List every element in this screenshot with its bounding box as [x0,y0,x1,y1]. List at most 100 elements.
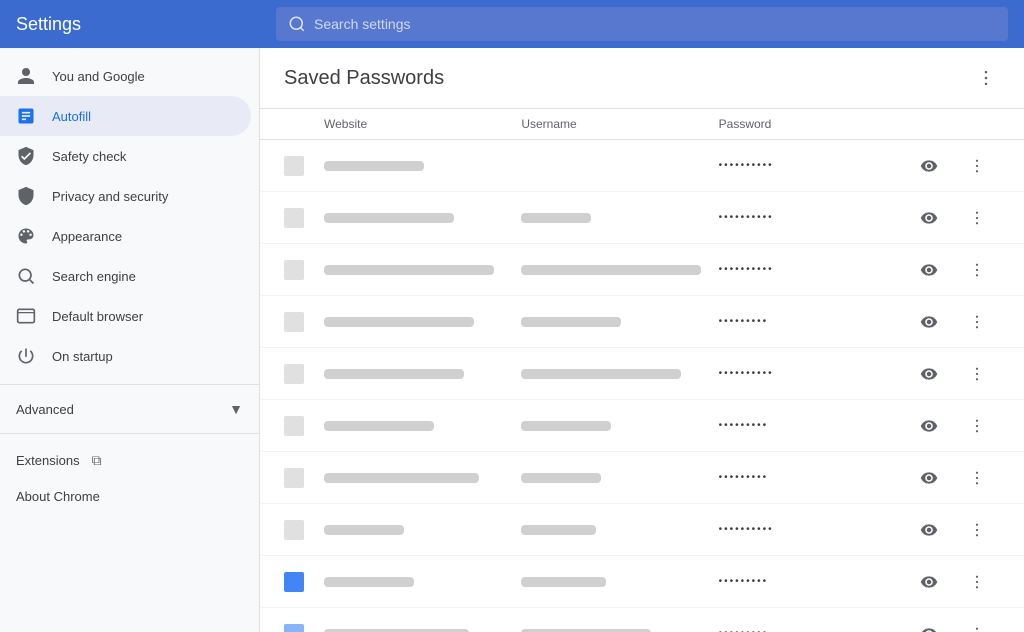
content-header: Saved Passwords [260,48,1024,109]
row-more [964,517,1000,543]
sidebar-item-privacy[interactable]: Privacy and security [0,176,251,216]
row-more [964,361,1000,387]
sidebar-item-about-chrome[interactable]: About Chrome [0,479,259,514]
row-more-button[interactable] [964,257,990,283]
password-cell: ••••••••• [719,420,916,431]
list-icon [16,106,36,126]
sidebar-item-default-browser[interactable]: Default browser [0,296,251,336]
sidebar-item-label: You and Google [52,69,145,84]
about-chrome-label: About Chrome [16,489,100,504]
site-icon [284,156,324,176]
table-row[interactable]: ••••••••• [260,400,1024,452]
username-cell [521,473,718,483]
row-actions [916,569,964,595]
password-cell: ••••••••• [719,316,916,327]
table-row[interactable]: •••••••••• [260,244,1024,296]
password-list: •••••••••• •••••••••• [260,140,1024,632]
password-dots: •••••••••• [719,160,774,171]
table-row[interactable]: ••••••••• [260,452,1024,504]
app-title: Settings [16,14,276,35]
header: Settings [0,0,1024,48]
row-more-button[interactable] [964,413,990,439]
sidebar-item-autofill[interactable]: Autofill [0,96,251,136]
sidebar-item-search-engine[interactable]: Search engine [0,256,251,296]
show-password-button[interactable] [916,153,942,179]
row-more-button[interactable] [964,205,990,231]
sidebar-item-extensions[interactable]: Extensions ⧉ [0,442,259,479]
site-icon [284,468,324,488]
username-cell [521,213,718,223]
password-cell: •••••••••• [719,264,916,275]
more-options-button[interactable] [972,64,1000,92]
row-more-button[interactable] [964,569,990,595]
row-more-button[interactable] [964,621,990,632]
website-cell [324,577,521,587]
row-more-button[interactable] [964,153,990,179]
sidebar-item-label: Search engine [52,269,136,284]
search-engine-icon [16,266,36,286]
palette-icon [16,226,36,246]
password-dots: ••••••••• [719,472,769,483]
show-password-button[interactable] [916,257,942,283]
site-icon [284,520,324,540]
table-row[interactable]: •••••••••• [260,140,1024,192]
show-password-button[interactable] [916,465,942,491]
row-actions [916,413,964,439]
sidebar-item-you-and-google[interactable]: You and Google [0,56,251,96]
table-row[interactable]: •••••••••• [260,504,1024,556]
password-dots: •••••••••• [719,212,774,223]
website-cell [324,213,521,223]
table-row[interactable]: •••••••••• [260,192,1024,244]
row-more [964,413,1000,439]
sidebar-item-on-startup[interactable]: On startup [0,336,251,376]
row-actions [916,517,964,543]
row-more-button[interactable] [964,517,990,543]
show-password-button[interactable] [916,569,942,595]
search-input[interactable] [314,16,996,32]
table-row[interactable]: ••••••••• [260,296,1024,348]
sidebar-item-label: Default browser [52,309,143,324]
search-bar[interactable] [276,7,1008,41]
username-cell [521,525,718,535]
show-password-button[interactable] [916,205,942,231]
username-cell [521,369,718,379]
show-password-button[interactable] [916,517,942,543]
show-password-button[interactable] [916,621,942,632]
sidebar-item-label: On startup [52,349,113,364]
website-cell [324,369,521,379]
password-cell: •••••••••• [719,212,916,223]
show-password-button[interactable] [916,361,942,387]
website-cell [324,161,521,171]
username-cell [521,577,718,587]
content-title: Saved Passwords [284,67,444,90]
row-more-button[interactable] [964,361,990,387]
table-row[interactable]: ••••••••• [260,556,1024,608]
password-cell: ••••••••• [719,472,916,483]
site-icon [284,364,324,384]
row-more [964,621,1000,632]
password-dots: •••••••••• [719,264,774,275]
main-layout: You and Google Autofill Safety check Pri… [0,48,1024,632]
row-more-button[interactable] [964,465,990,491]
row-actions [916,621,964,632]
row-more [964,309,1000,335]
row-more [964,205,1000,231]
sidebar-advanced[interactable]: Advanced ▼ [0,393,259,425]
show-password-button[interactable] [916,309,942,335]
table-header: Website Username Password [260,109,1024,140]
browser-icon [16,306,36,326]
website-cell [324,525,521,535]
extensions-label: Extensions [16,453,80,468]
row-more-button[interactable] [964,309,990,335]
table-row[interactable]: •••••••••• [260,348,1024,400]
show-password-button[interactable] [916,413,942,439]
password-dots: •••••••••• [719,524,774,535]
table-row[interactable]: ••••••••• [260,608,1024,632]
column-website: Website [324,117,521,131]
external-link-icon: ⧉ [92,452,102,469]
column-username: Username [521,117,718,131]
sidebar-item-safety-check[interactable]: Safety check [0,136,251,176]
sidebar-item-appearance[interactable]: Appearance [0,216,251,256]
advanced-label: Advanced [16,402,74,417]
row-actions [916,257,964,283]
